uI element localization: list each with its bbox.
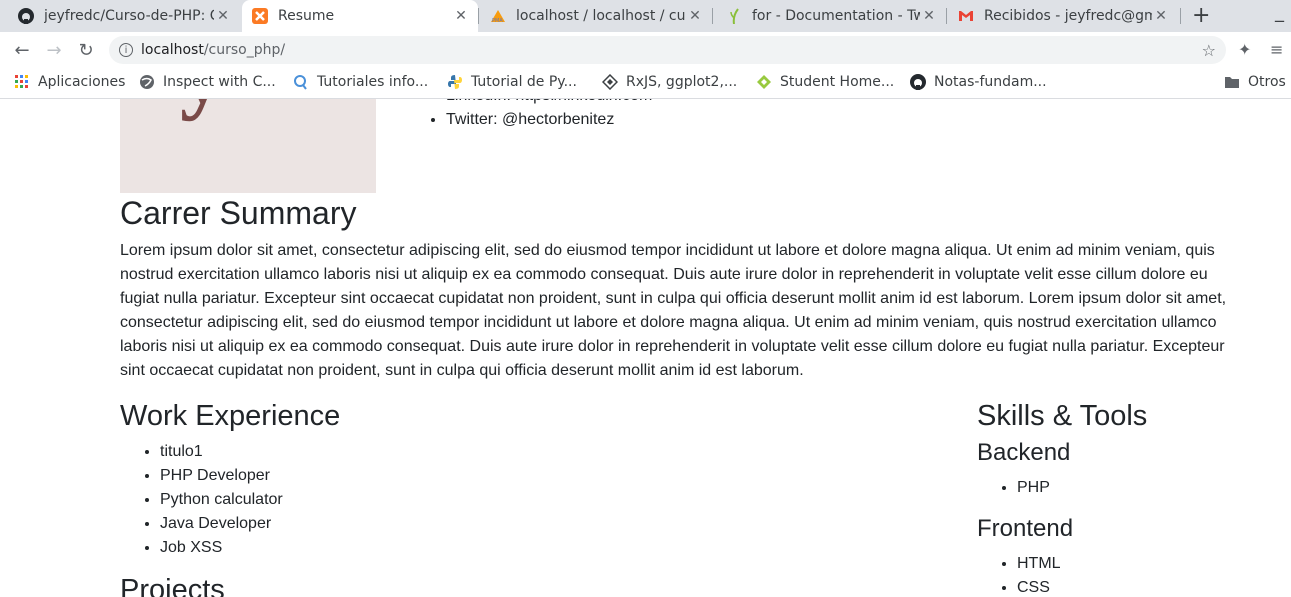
svg-text:PMA: PMA (492, 18, 503, 24)
job-item: PHP Developer (160, 464, 283, 488)
bookmark-inspect[interactable]: Inspect with C... (139, 74, 276, 90)
summary-text: Lorem ipsum dolor sit amet, consectetur … (120, 242, 1227, 379)
bookmark-label: Tutoriales info... (317, 74, 429, 90)
tab-phpmyadmin[interactable]: PMA localhost / localhost / cur ✕ (480, 0, 712, 32)
frontend-list: HTML CSS (977, 552, 1061, 597)
job-item: titulo1 (160, 440, 283, 464)
folder-icon (1224, 74, 1240, 90)
apps-grid-icon (14, 74, 30, 90)
close-icon[interactable]: ✕ (452, 8, 470, 24)
job-list: titulo1 PHP Developer Python calculator … (120, 440, 283, 560)
contact-twitter: Twitter: @hectorbenitez (446, 108, 652, 132)
xampp-icon (252, 8, 268, 24)
tab-separator (712, 8, 713, 24)
bookmark-label: Inspect with C... (163, 74, 276, 90)
bookmark-other-folder[interactable]: Otros (1224, 74, 1286, 90)
bookmark-notas[interactable]: Notas-fundam... (910, 74, 1047, 90)
job-item: Java Developer (160, 512, 283, 536)
page-viewport: y LinkedIn: https://linkedin.com Twitter… (0, 99, 1291, 597)
twig-icon (726, 8, 742, 24)
summary-heading: Carrer Summary (120, 195, 357, 231)
python-icon (447, 74, 463, 90)
work-heading: Work Experience (120, 400, 341, 432)
contact-linkedin: LinkedIn: https://linkedin.com (446, 99, 652, 108)
tab-title: Resume (278, 8, 335, 24)
globe-icon (139, 74, 155, 90)
contact-list: LinkedIn: https://linkedin.com Twitter: … (426, 99, 652, 132)
skills-heading: Skills & Tools (977, 400, 1148, 432)
bookmark-rxjs[interactable]: RxJS, ggplot2,... (602, 74, 737, 90)
job-item: Python calculator (160, 488, 283, 512)
new-tab-icon[interactable]: + (1192, 3, 1210, 28)
tab-title: localhost / localhost / cur (516, 8, 686, 24)
tab-separator (478, 8, 479, 24)
skill-item: HTML (1017, 552, 1061, 576)
back-arrow-icon[interactable]: ← (10, 38, 34, 62)
platzi-icon (756, 74, 772, 90)
backend-heading: Backend (977, 439, 1071, 466)
close-icon[interactable]: ✕ (920, 8, 938, 24)
bookmark-label: Notas-fundam... (934, 74, 1047, 90)
profile-photo: y (120, 99, 376, 193)
bookmark-label: RxJS, ggplot2,... (626, 74, 738, 90)
tab-title: jeyfredc/Curso-de-PHP: C (44, 8, 214, 24)
bookmark-tutoriales[interactable]: Tutoriales info... (293, 74, 428, 90)
tab-separator (1180, 8, 1181, 24)
address-bar[interactable]: i localhost/curso_php/ ☆ (109, 36, 1226, 64)
info-icon[interactable]: i (119, 43, 133, 57)
job-item: Job XSS (160, 536, 283, 560)
photo-decoration: y (180, 99, 225, 124)
tab-separator (946, 8, 947, 24)
skill-item: PHP (1017, 476, 1050, 500)
star-icon[interactable]: ☆ (1202, 41, 1216, 60)
skill-item: CSS (1017, 576, 1061, 597)
url-path: /curso_php/ (203, 42, 286, 58)
forward-arrow-icon[interactable]: → (42, 38, 66, 62)
frontend-heading: Frontend (977, 515, 1074, 542)
browser-toolbar: ← → ↻ i localhost/curso_php/ ☆ ✦ ≡ (0, 32, 1291, 68)
search-bubble-icon (293, 74, 309, 90)
extensions-puzzle-icon[interactable]: ✦ (1238, 40, 1251, 59)
bookmarks-bar: Aplicaciones Inspect with C... Tutoriale… (0, 68, 1291, 99)
media-queue-icon[interactable]: ≡ (1270, 40, 1283, 59)
bookmark-label: Tutorial de Py... (471, 74, 577, 90)
bookmark-student-home[interactable]: Student Home... (756, 74, 894, 90)
tab-strip: jeyfredc/Curso-de-PHP: C ✕ Resume ✕ PMA … (0, 0, 1291, 32)
bookmark-label: Aplicaciones (38, 74, 126, 90)
backend-list: PHP (977, 476, 1050, 500)
github-icon (18, 8, 34, 24)
close-icon[interactable]: ✕ (214, 8, 232, 24)
tab-github-repo[interactable]: jeyfredc/Curso-de-PHP: C ✕ (8, 0, 240, 32)
projects-heading: Projects (120, 574, 225, 597)
bookmark-apps[interactable]: Aplicaciones (14, 74, 125, 90)
diamond-icon (602, 74, 618, 90)
close-icon[interactable]: ✕ (1152, 8, 1170, 24)
github-icon (910, 74, 926, 90)
phpmyadmin-icon: PMA (490, 8, 506, 24)
bookmark-python[interactable]: Tutorial de Py... (447, 74, 577, 90)
tab-gmail[interactable]: Recibidos - jeyfredc@gm ✕ (948, 0, 1178, 32)
bookmark-label: Student Home... (780, 74, 895, 90)
url-host: localhost (141, 42, 204, 58)
reload-icon[interactable]: ↻ (74, 38, 98, 62)
gmail-icon (958, 8, 974, 24)
close-icon[interactable]: ✕ (686, 8, 704, 24)
tab-title: Recibidos - jeyfredc@gm (984, 8, 1152, 24)
tab-title: for - Documentation - Tw (752, 8, 920, 24)
tab-resume[interactable]: Resume ✕ (242, 0, 478, 32)
tab-twig-docs[interactable]: for - Documentation - Tw ✕ (716, 0, 946, 32)
minimize-icon[interactable]: _ (1275, 2, 1284, 23)
bookmark-label: Otros (1248, 74, 1286, 90)
